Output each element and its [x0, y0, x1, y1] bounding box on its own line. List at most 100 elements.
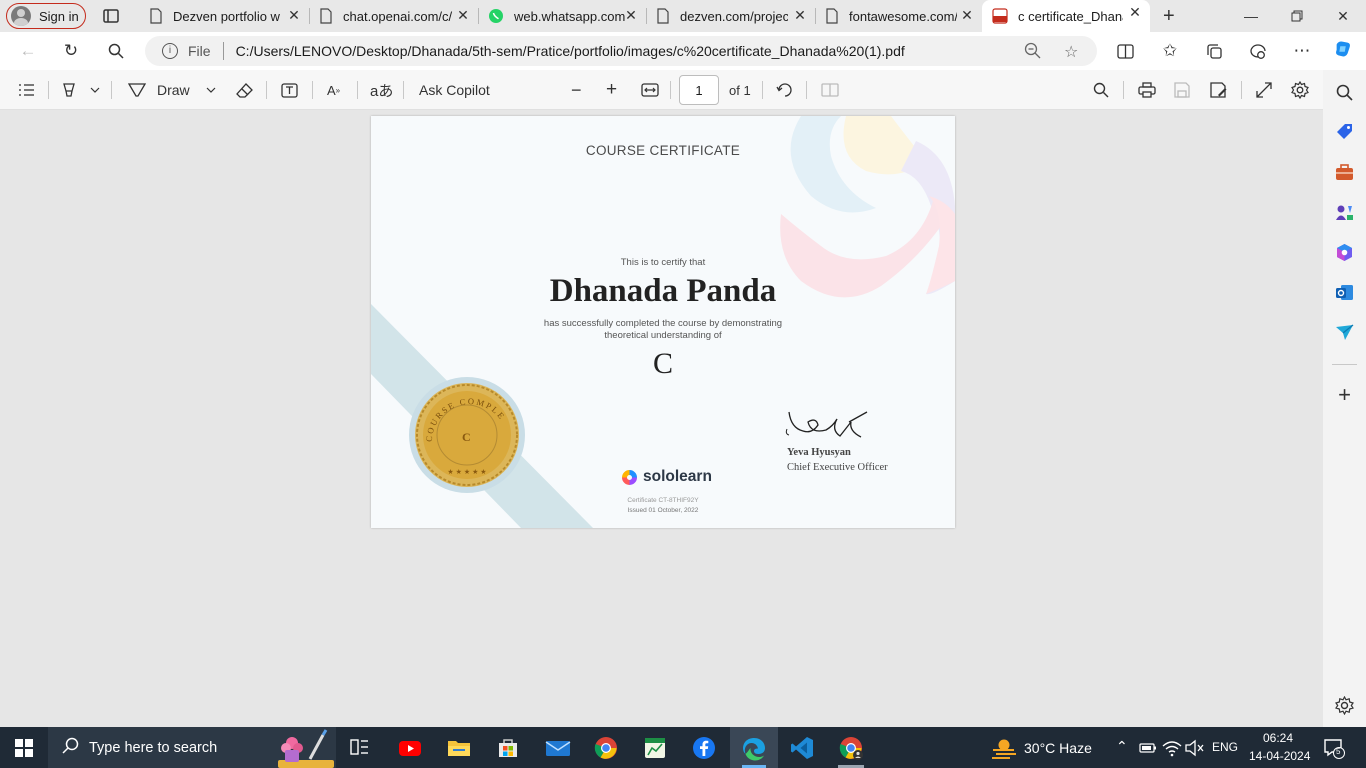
tab-dezven-portfolio[interactable]: Dezven portfolio w ✕ [139, 3, 309, 29]
close-icon[interactable]: ✕ [624, 8, 638, 22]
recipient-name: Dhanada Panda [549, 273, 777, 309]
minimize-icon[interactable]: — [1228, 0, 1274, 32]
copilot-icon[interactable] [1333, 39, 1353, 59]
close-icon[interactable]: ✕ [960, 8, 974, 22]
microsoft-store-icon[interactable] [496, 736, 520, 760]
close-icon[interactable]: ✕ [1128, 5, 1142, 19]
sidebar-add-icon[interactable]: + [1335, 384, 1354, 406]
more-options-icon[interactable]: ⋯ [1292, 41, 1312, 61]
tab-dezven-projects[interactable]: dezven.com/projec ✕ [646, 3, 815, 29]
course-name: C [652, 347, 673, 380]
clock-time[interactable]: 06:24 [1263, 731, 1293, 745]
close-icon[interactable]: ✕ [456, 8, 470, 22]
sidebar-search-icon[interactable] [1335, 83, 1354, 102]
tab-fontawesome[interactable]: fontawesome.com/ ✕ [815, 3, 982, 29]
spreadsheet-app-icon[interactable] [643, 736, 667, 760]
translate-icon[interactable]: aあ [370, 80, 393, 100]
page-number-input[interactable]: 1 [679, 75, 719, 105]
contents-list-icon[interactable] [18, 80, 35, 100]
facebook-icon[interactable] [692, 736, 716, 760]
rotate-icon[interactable] [776, 80, 794, 100]
read-aloud-icon[interactable]: A» [327, 80, 340, 100]
fit-to-width-icon[interactable] [641, 80, 659, 100]
new-tab-icon[interactable]: + [1163, 6, 1175, 26]
file-explorer-icon[interactable] [447, 736, 471, 760]
mail-app-icon[interactable] [545, 736, 571, 760]
favorites-icon[interactable]: ✩ [1160, 41, 1180, 61]
page-icon [320, 8, 332, 24]
tab-chat-openai[interactable]: chat.openai.com/c/ ✕ [309, 3, 478, 29]
chevron-down-icon [206, 87, 216, 93]
info-icon[interactable]: i [162, 43, 178, 59]
ask-copilot-button[interactable]: Ask Copilot [419, 80, 490, 100]
chrome-icon[interactable] [594, 736, 618, 760]
collections-icon[interactable] [1204, 41, 1224, 61]
clock-date[interactable]: 14-04-2024 [1249, 749, 1310, 763]
page-view-icon[interactable] [821, 80, 839, 100]
sidebar-microsoft365-icon[interactable] [1335, 243, 1354, 262]
speaker-muted-icon[interactable] [1185, 739, 1205, 757]
sidebar-tools-briefcase-icon[interactable] [1335, 163, 1354, 182]
pdf-viewer[interactable]: ★ ★ ★ ★ ★ COURSE COMPLETED COURSE CERTIF… [0, 110, 1323, 727]
whatsapp-icon [489, 9, 503, 23]
edge-browser-icon[interactable] [741, 736, 765, 761]
back-arrow-icon[interactable]: ← [18, 41, 38, 61]
zoom-in-plus-icon[interactable]: + [606, 79, 617, 100]
vscode-icon[interactable] [790, 736, 814, 760]
refresh-icon[interactable]: ↻ [61, 41, 81, 61]
wifi-icon[interactable] [1162, 739, 1182, 757]
weather-text[interactable]: 30°C Haze [1024, 740, 1092, 756]
youtube-app-icon[interactable] [398, 736, 422, 760]
find-search-icon[interactable] [1093, 80, 1109, 100]
browser-essentials-icon[interactable] [1248, 41, 1268, 61]
windows-start-icon[interactable] [15, 739, 33, 757]
draw-button[interactable]: Draw [128, 80, 216, 100]
chrome-profile-icon[interactable] [839, 736, 863, 760]
restore-icon[interactable] [1274, 0, 1320, 32]
tab-actions-icon[interactable] [102, 7, 120, 25]
notifications-icon[interactable]: 5 [1323, 737, 1345, 759]
search-highlight-flowers-icon [278, 729, 334, 768]
search-icon[interactable] [106, 41, 126, 61]
task-view-icon[interactable] [348, 736, 372, 760]
sololearn-logo-icon [622, 469, 637, 485]
page-total-label: of 1 [729, 82, 751, 98]
fullscreen-expand-icon[interactable] [1256, 80, 1272, 100]
settings-gear-icon[interactable] [1291, 80, 1309, 100]
tab-title: dezven.com/projec [680, 8, 788, 24]
zoom-out-icon[interactable] [1024, 42, 1041, 64]
close-icon[interactable]: ✕ [287, 8, 301, 22]
eraser-icon[interactable] [236, 80, 253, 100]
tab-whatsapp[interactable]: web.whatsapp.com ✕ [478, 3, 646, 29]
show-hidden-icons-chevron-up-icon[interactable]: ⌃ [1116, 738, 1128, 755]
highlight-dropdown-chevron-down-icon[interactable] [90, 80, 100, 100]
language-indicator[interactable]: ENG [1212, 740, 1238, 754]
zoom-out-minus-icon[interactable]: − [571, 80, 582, 100]
search-placeholder: Type here to search [89, 739, 218, 756]
sidebar-send-icon[interactable] [1335, 323, 1354, 342]
sidebar-outlook-icon[interactable] [1335, 283, 1354, 302]
close-icon[interactable]: ✕ [793, 8, 807, 22]
close-window-icon[interactable]: ✕ [1320, 0, 1366, 32]
highlight-icon[interactable] [61, 80, 77, 100]
battery-icon[interactable] [1139, 739, 1157, 757]
favorite-star-icon[interactable]: ☆ [1064, 42, 1078, 62]
save-as-icon[interactable] [1210, 80, 1227, 100]
url-bar[interactable]: i File C:/Users/LENOVO/Desktop/Dhanada/5… [145, 36, 1097, 66]
taskbar-search-box[interactable]: Type here to search [48, 727, 336, 768]
notification-count: 5 [1336, 747, 1341, 756]
print-icon[interactable] [1138, 80, 1156, 100]
weather-haze-icon[interactable] [990, 736, 1018, 760]
sidebar-settings-gear-icon[interactable] [1335, 695, 1354, 716]
sidebar-games-icon[interactable] [1335, 203, 1354, 222]
sidebar-shopping-tag-icon[interactable] [1335, 123, 1354, 142]
tab-certificate-pdf[interactable]: c certificate_Dhana ✕ [982, 0, 1150, 32]
split-screen-icon[interactable] [1115, 41, 1135, 61]
profile-sign-in-button[interactable]: Sign in [6, 3, 86, 29]
save-icon[interactable] [1174, 80, 1190, 100]
page-icon [826, 8, 838, 24]
certificate-heading: COURSE CERTIFICATE [585, 143, 741, 158]
tab-title: fontawesome.com/ [849, 8, 957, 24]
add-text-icon[interactable] [281, 80, 298, 100]
url-text[interactable]: C:/Users/LENOVO/Desktop/Dhanada/5th-sem/… [236, 43, 905, 59]
